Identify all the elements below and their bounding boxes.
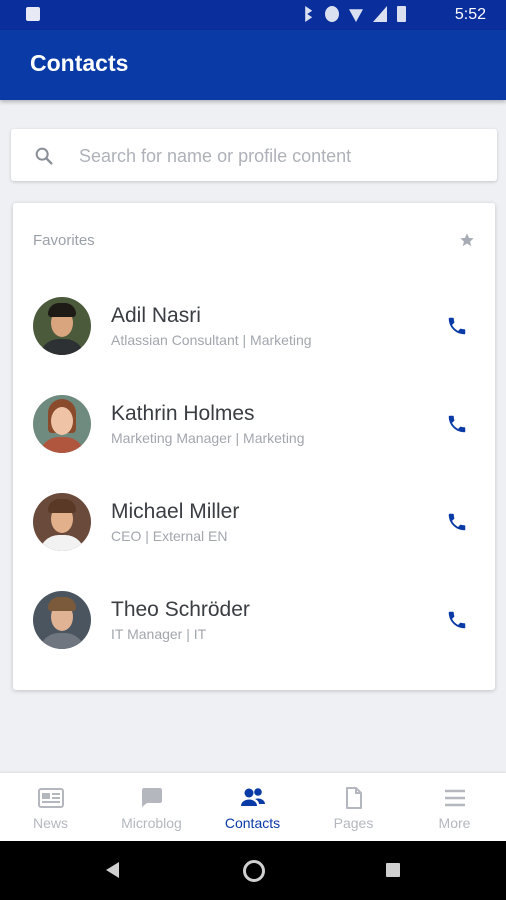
avatar xyxy=(33,591,91,649)
battery-icon xyxy=(397,6,406,22)
page-icon xyxy=(346,787,362,809)
contact-row[interactable]: Theo Schröder IT Manager | IT xyxy=(13,577,495,675)
status-bar: 5:52 xyxy=(0,0,506,30)
nav-label: Pages xyxy=(333,815,374,831)
avatar xyxy=(33,493,91,551)
contact-role: CEO | External EN xyxy=(111,528,228,544)
search-icon xyxy=(35,147,53,165)
nav-more[interactable]: More xyxy=(404,773,505,841)
chat-icon xyxy=(142,788,162,807)
bluetooth-icon xyxy=(305,6,313,22)
contact-row[interactable]: Michael Miller CEO | External EN xyxy=(13,479,495,577)
recent-apps-icon[interactable] xyxy=(386,863,400,877)
contact-role: Atlassian Consultant | Marketing xyxy=(111,332,312,348)
app-bar: Contacts xyxy=(0,30,506,100)
page-title: Contacts xyxy=(30,50,129,76)
search-input[interactable] xyxy=(77,141,481,171)
phone-icon[interactable] xyxy=(446,511,468,533)
contact-row[interactable]: Adil Nasri Atlassian Consultant | Market… xyxy=(13,283,495,381)
image-notification-icon xyxy=(26,7,40,21)
contact-name: Michael Miller xyxy=(111,500,240,523)
nav-label: News xyxy=(32,815,68,831)
contact-name: Kathrin Holmes xyxy=(111,402,255,425)
do-not-disturb-icon xyxy=(325,6,339,22)
bottom-nav: News Microblog Contacts Pages More xyxy=(0,773,506,841)
nav-news[interactable]: News xyxy=(0,773,101,841)
contacts-icon xyxy=(241,788,265,806)
search-bar[interactable] xyxy=(11,129,497,181)
avatar xyxy=(33,395,91,453)
contact-role: Marketing Manager | Marketing xyxy=(111,430,305,446)
phone-icon[interactable] xyxy=(446,315,468,337)
news-icon xyxy=(38,788,64,808)
favorites-heading: Favorites xyxy=(33,232,95,249)
phone-icon[interactable] xyxy=(446,609,468,631)
nav-microblog[interactable]: Microblog xyxy=(101,773,202,841)
status-time: 5:52 xyxy=(454,6,486,23)
status-icons xyxy=(301,6,406,22)
nav-label: Contacts xyxy=(224,815,281,831)
phone-icon[interactable] xyxy=(446,413,468,435)
nav-label: More xyxy=(438,815,471,831)
nav-pages[interactable]: Pages xyxy=(303,773,404,841)
contact-role: IT Manager | IT xyxy=(111,626,207,642)
system-nav-bar xyxy=(0,841,506,900)
nav-label: Microblog xyxy=(121,815,182,831)
contact-row[interactable]: Kathrin Holmes Marketing Manager | Marke… xyxy=(13,381,495,479)
contact-name: Theo Schröder xyxy=(111,598,250,621)
avatar xyxy=(33,297,91,355)
wifi-icon xyxy=(349,9,363,22)
back-icon[interactable] xyxy=(106,862,119,878)
star-icon[interactable] xyxy=(459,232,475,248)
favorites-card: Favorites Adil Nasri Atlassian Consultan… xyxy=(13,203,495,690)
contact-name: Adil Nasri xyxy=(111,304,201,327)
menu-icon xyxy=(445,789,465,807)
nav-contacts[interactable]: Contacts xyxy=(202,773,303,841)
home-icon[interactable] xyxy=(243,860,265,882)
signal-icon xyxy=(373,6,387,22)
